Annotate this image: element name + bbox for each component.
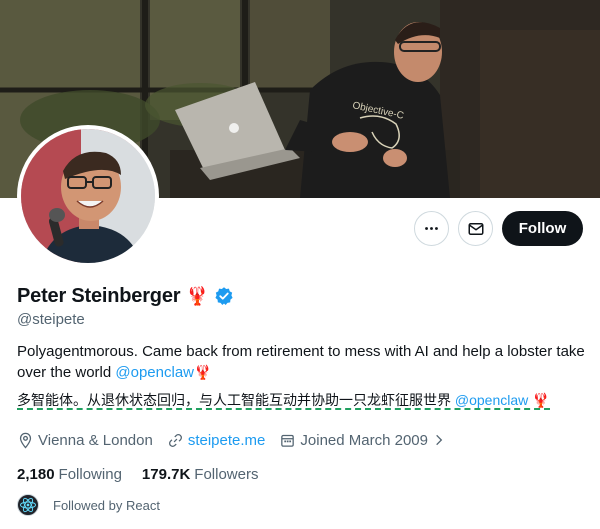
message-button[interactable] bbox=[458, 211, 493, 246]
lobster-emoji: 🦞 bbox=[186, 286, 209, 306]
bio-cn-text: 多智能体。从退休状态回归，与人工智能互动并协助一只龙虾征服世界 bbox=[17, 392, 455, 408]
joined-text: Joined March 2009 bbox=[300, 431, 428, 449]
followed-by[interactable]: Followed by React bbox=[17, 494, 160, 516]
user-handle: @steipete bbox=[17, 311, 85, 328]
more-button[interactable] bbox=[414, 211, 449, 246]
followers-count: 179.7K bbox=[141, 465, 191, 483]
link-icon bbox=[168, 433, 182, 447]
website[interactable]: steipete.me bbox=[167, 432, 266, 449]
display-name: Peter Steinberger bbox=[17, 284, 181, 307]
following-label: Following bbox=[58, 465, 122, 483]
envelope-icon bbox=[468, 222, 483, 235]
bio-cn-lobster-emoji: 🦞 bbox=[532, 392, 550, 408]
following-count: 2,180 bbox=[17, 465, 55, 483]
follow-counts: 2,180 Following 179.7K Followers bbox=[17, 464, 278, 484]
bio-translated: 多智能体。从退休状态回归，与人工智能互动并协助一只龙虾征服世界 @opencla… bbox=[17, 390, 550, 410]
location-text: Vienna & London bbox=[38, 431, 153, 449]
bio-lobster-emoji: 🦞 bbox=[194, 364, 212, 380]
react-logo-icon bbox=[17, 494, 39, 516]
bio-text: Polyagentmorous. Came back from retireme… bbox=[17, 343, 585, 381]
bio: Polyagentmorous. Came back from retireme… bbox=[17, 342, 587, 383]
follow-button[interactable]: Follow bbox=[502, 211, 583, 246]
avatar-photo bbox=[21, 129, 155, 263]
verified-badge-icon[interactable] bbox=[214, 286, 234, 306]
chevron-right-icon bbox=[436, 434, 443, 446]
location-pin-icon bbox=[19, 432, 32, 449]
location: Vienna & London bbox=[17, 432, 153, 449]
calendar-icon bbox=[281, 434, 295, 447]
followers-link[interactable]: 179.7K Followers bbox=[142, 466, 259, 483]
following-link[interactable]: 2,180 Following bbox=[17, 466, 122, 483]
profile-meta: Vienna & London steipete.me Joined March… bbox=[17, 430, 464, 450]
bio-mention-link[interactable]: @openclaw bbox=[115, 364, 194, 381]
bio-cn-mention-link[interactable]: @openclaw bbox=[455, 392, 528, 408]
avatar[interactable] bbox=[17, 125, 159, 267]
more-dots-icon bbox=[425, 227, 438, 230]
display-name-row: Peter Steinberger 🦞 bbox=[17, 283, 234, 309]
followers-label: Followers bbox=[194, 465, 259, 483]
followed-by-text: Followed by React bbox=[53, 497, 160, 513]
joined-date[interactable]: Joined March 2009 bbox=[279, 432, 450, 449]
website-link[interactable]: steipete.me bbox=[188, 432, 266, 449]
